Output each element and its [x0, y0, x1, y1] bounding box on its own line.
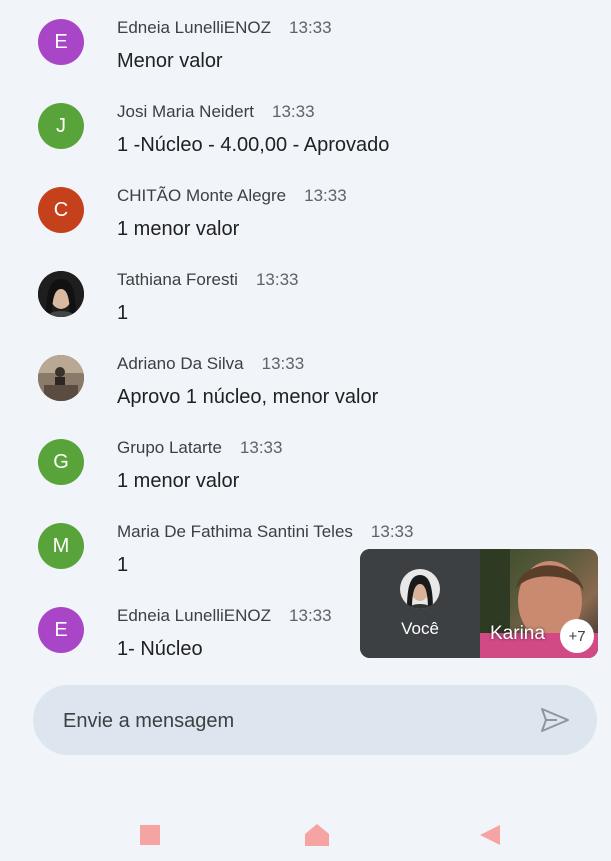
message-sender: Edneia LunelliENOZ 13:33: [117, 18, 332, 37]
message-text: Aprovo 1 núcleo, menor valor: [117, 386, 379, 408]
profile-photo-icon: [400, 569, 440, 609]
message-sender: Maria De Fathima Santini Teles 13:33: [117, 522, 414, 541]
profile-photo-icon: [38, 271, 84, 317]
self-video-tile[interactable]: Você: [360, 549, 480, 658]
system-navigation-bar: [0, 800, 611, 861]
back-icon[interactable]: [476, 820, 506, 850]
message-text: 1: [117, 554, 129, 576]
message-time: 13:33: [370, 522, 414, 541]
avatar: E: [38, 607, 84, 653]
message-item[interactable]: Adriano Da Silva 13:33 Aprovo 1 núcleo, m…: [0, 336, 611, 420]
message-text: 1- Núcleo: [117, 638, 203, 660]
recent-apps-icon[interactable]: [135, 820, 165, 850]
message-sender: Tathiana Foresti 13:33: [117, 270, 299, 289]
avatar: C: [38, 187, 84, 233]
message-text: 1 -Núcleo - 4.00,00 - Aprovado: [117, 134, 390, 156]
home-icon[interactable]: [302, 820, 332, 850]
participant-video-tile[interactable]: Karina +7: [480, 549, 598, 658]
message-item[interactable]: C CHITÃO Monte Alegre 13:33 1 menor valor: [0, 168, 611, 252]
message-text: 1 menor valor: [117, 470, 240, 492]
message-item[interactable]: E Edneia LunelliENOZ 13:33 Menor valor: [0, 0, 611, 84]
message-sender: Grupo Latarte 13:33: [117, 438, 283, 457]
send-icon[interactable]: [539, 706, 571, 734]
participant-name: Karina: [490, 623, 545, 644]
message-time: 13:33: [272, 102, 315, 121]
message-sender: CHITÃO Monte Alegre 13:33: [117, 186, 347, 205]
message-sender: Adriano Da Silva 13:33: [117, 354, 305, 373]
profile-photo-icon: [38, 355, 84, 401]
avatar: [38, 271, 84, 317]
self-label: Você: [401, 619, 439, 638]
video-overlay[interactable]: Você Karina +7: [360, 549, 598, 658]
message-item[interactable]: G Grupo Latarte 13:33 1 menor valor: [0, 420, 611, 504]
avatar: M: [38, 523, 84, 569]
message-input[interactable]: [61, 685, 525, 757]
avatar: G: [38, 439, 84, 485]
message-text: 1 menor valor: [117, 218, 240, 240]
avatar: J: [38, 103, 84, 149]
message-time: 13:33: [261, 354, 305, 373]
message-sender: Edneia LunelliENOZ 13:33: [117, 606, 332, 625]
message-text: Menor valor: [117, 50, 223, 72]
message-time: 13:33: [289, 18, 332, 37]
message-time: 13:33: [255, 270, 299, 289]
avatar: [38, 355, 84, 401]
message-sender: Josi Maria Neidert 13:33: [117, 102, 315, 121]
message-item[interactable]: J Josi Maria Neidert 13:33 1 -Núcleo - 4.…: [0, 84, 611, 168]
message-time: 13:33: [289, 606, 332, 625]
message-item[interactable]: Tathiana Foresti 13:33 1: [0, 252, 611, 336]
more-participants-badge[interactable]: +7: [560, 619, 594, 653]
message-time: 13:33: [239, 438, 283, 457]
message-time: 13:33: [304, 186, 347, 205]
message-composer[interactable]: [33, 685, 597, 757]
avatar: E: [38, 19, 84, 65]
self-avatar: [400, 569, 440, 609]
message-text: 1: [117, 302, 129, 324]
